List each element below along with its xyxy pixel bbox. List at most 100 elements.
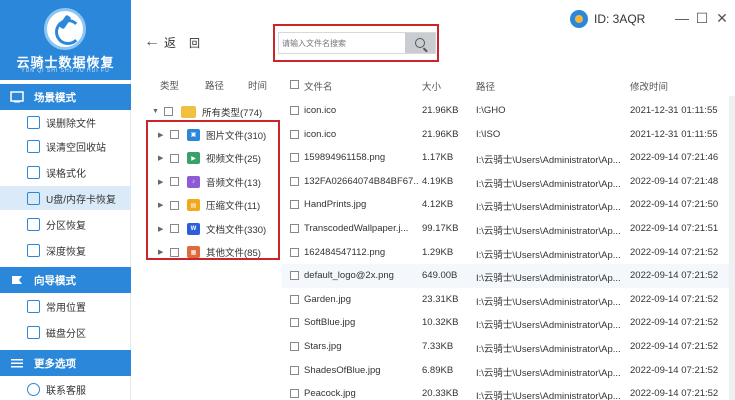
column-header-path[interactable]: 路径 [476, 79, 495, 93]
tree-item[interactable]: ▶ W 文档文件(330) [152, 217, 280, 240]
nav-item-recycle-bin[interactable]: 误清空回收站 [0, 134, 131, 158]
row-checkbox[interactable] [290, 365, 299, 375]
file-modified: 2022-09-14 07:21:52 [630, 270, 719, 282]
nav-item-format[interactable]: 误格式化 [0, 160, 131, 184]
section-header-scene[interactable]: 场景模式 [0, 84, 131, 110]
table-row[interactable]: TranscodedWallpaper.j... 99.17KB I:\云骑士\Us… [282, 217, 735, 241]
row-checkbox[interactable] [290, 224, 299, 233]
table-row[interactable]: icon.ico 21.96KB I:\ISO 2021-12-31 01:11:55 [282, 123, 735, 147]
table-row[interactable]: 162484547112.png 1.29KB I:\云骑士\Users\Admin… [282, 241, 735, 265]
file-name: TranscodedWallpaper.j... [304, 223, 409, 234]
table-row[interactable]: Peacock.jpg 20.33KB I:\云骑士\Users\Administr… [282, 382, 735, 400]
expand-right-icon: ▶ [158, 155, 164, 162]
file-modified: 2022-09-14 07:21:52 [630, 341, 719, 352]
table-row[interactable]: HandPrints.jpg 4.12KB I:\云骑士\Users\Adminis… [282, 193, 735, 217]
row-checkbox[interactable] [290, 271, 299, 281]
section-header-more[interactable]: 更多选项 [0, 350, 131, 376]
row-checkbox[interactable] [290, 106, 299, 115]
row-checkbox[interactable] [290, 294, 299, 304]
table-row[interactable]: default_logo@2x.png 649.00B I:\云骑士\Users\A… [282, 264, 735, 288]
user-info[interactable]: ID: 3AQR [570, 10, 645, 28]
tree-root[interactable]: ▼ 所有类型(774) [152, 100, 280, 123]
table-row[interactable]: icon.ico 21.96KB I:\GHO 2021-12-31 01:11:55 [282, 99, 735, 123]
file-modified: 2021-12-31 01:11:55 [630, 128, 718, 140]
row-checkbox[interactable] [290, 342, 299, 351]
file-path: I:\云骑士\Users\Administrator\Ap... [476, 249, 621, 261]
row-checkbox[interactable] [290, 129, 299, 139]
format-icon [27, 165, 40, 179]
file-path: I:\云骑士\Users\Administrator\Ap... [476, 155, 621, 167]
tree-checkbox[interactable] [164, 107, 173, 116]
other-icon: ▦ [187, 246, 200, 258]
tree-label: 压缩文件(11) [206, 201, 261, 212]
tree-item[interactable]: ▶ ♪ 音频文件(13) [152, 170, 280, 193]
table-row[interactable]: ShadesOfBlue.jpg 6.89KB I:\云骑士\Users\Admin… [282, 359, 735, 383]
nav-item-deleted-files[interactable]: 误删除文件 [0, 110, 131, 134]
back-button[interactable]: ← 返 [144, 33, 176, 50]
nav-label: 误清空回收站 [46, 142, 106, 154]
tab-time[interactable]: 时间 [248, 78, 267, 92]
nav-label: 深度恢复 [46, 246, 86, 258]
scrollbar[interactable] [729, 96, 735, 400]
image-icon: ▣ [187, 128, 200, 141]
nav-item-deep-recovery[interactable]: 深度恢复 [0, 238, 131, 262]
return-button[interactable]: 回 [189, 35, 200, 51]
nav-item-contact-support[interactable]: 联系客服 [0, 377, 131, 400]
file-name: default_logo@2x.png [304, 270, 394, 282]
section-header-guide[interactable]: 向导模式 [0, 267, 131, 293]
row-checkbox[interactable] [290, 176, 299, 186]
file-modified: 2022-09-14 07:21:52 [630, 388, 719, 400]
tree-checkbox[interactable] [170, 153, 179, 163]
nav-item-disk-partition[interactable]: 磁盘分区 [0, 320, 131, 344]
nav-label: 误删除文件 [46, 118, 96, 130]
tree-checkbox[interactable] [170, 224, 179, 233]
file-icon [27, 115, 40, 129]
tree-checkbox[interactable] [170, 200, 179, 210]
row-checkbox[interactable] [290, 247, 299, 257]
file-modified: 2022-09-14 07:21:46 [630, 152, 719, 164]
table-row[interactable]: Stars.jpg 7.33KB I:\云骑士\Users\Administrato… [282, 335, 735, 359]
nav-item-common-locations[interactable]: 常用位置 [0, 294, 131, 318]
table-row[interactable]: SoftBlue.jpg 10.32KB I:\云骑士\Users\Administ… [282, 311, 735, 335]
windows-icon [27, 299, 40, 313]
row-checkbox[interactable] [290, 389, 299, 399]
nav-item-partition[interactable]: 分区恢复 [0, 212, 131, 236]
file-path: I:\GHO [476, 105, 506, 116]
file-name: SoftBlue.jpg [304, 317, 356, 329]
row-checkbox[interactable] [290, 318, 299, 328]
table-row[interactable]: Garden.jpg 23.31KB I:\云骑士\Users\Administra… [282, 288, 735, 312]
tree-item[interactable]: ▶ ▣ 图片文件(310) [152, 123, 280, 146]
nav-item-usb-card[interactable]: U盘/内存卡恢复 [0, 186, 131, 210]
tab-path[interactable]: 路径 [205, 78, 224, 92]
column-header-modified[interactable]: 修改时间 [630, 79, 668, 93]
close-button[interactable]: ✕ [712, 10, 732, 27]
video-icon: ▶ [187, 152, 200, 164]
row-checkbox[interactable] [290, 153, 299, 163]
tree-checkbox[interactable] [170, 177, 179, 186]
tree-checkbox[interactable] [170, 247, 179, 257]
file-path: I:\云骑士\Users\Administrator\Ap... [476, 391, 621, 400]
tree-label: 所有类型(774) [202, 107, 263, 119]
minimize-button[interactable]: — [672, 10, 692, 27]
file-modified: 2022-09-14 07:21:48 [630, 175, 719, 187]
column-header-name[interactable]: 文件名 [304, 79, 333, 93]
select-all-checkbox[interactable] [290, 80, 299, 89]
column-header-size[interactable]: 大小 [422, 79, 441, 93]
tab-type[interactable]: 类型 [160, 78, 179, 92]
table-row[interactable]: 132FA02664074B84BF67... 4.19KB I:\云骑士\User… [282, 170, 735, 194]
arrow-left-icon: ← [144, 33, 160, 50]
tree-item[interactable]: ▶ ▤ 压缩文件(11) [152, 194, 280, 217]
disk-icon [27, 325, 40, 339]
search-input[interactable] [282, 36, 402, 51]
table-row[interactable]: 159894961158.png 1.17KB I:\云骑士\Users\Admin… [282, 146, 735, 170]
tree-checkbox[interactable] [170, 130, 179, 139]
file-modified: 2022-09-14 07:21:51 [630, 223, 719, 234]
nav-label: 误格式化 [46, 168, 86, 180]
row-checkbox[interactable] [290, 200, 299, 210]
tree-item[interactable]: ▶ ▦ 其他文件(85) [152, 241, 280, 264]
file-name: 132FA02664074B84BF67... [304, 175, 419, 187]
search-button[interactable] [405, 33, 435, 53]
tree-item[interactable]: ▶ ▶ 视频文件(25) [152, 147, 280, 170]
file-size: 21.96KB [422, 128, 459, 140]
maximize-button[interactable]: ☐ [692, 10, 712, 27]
